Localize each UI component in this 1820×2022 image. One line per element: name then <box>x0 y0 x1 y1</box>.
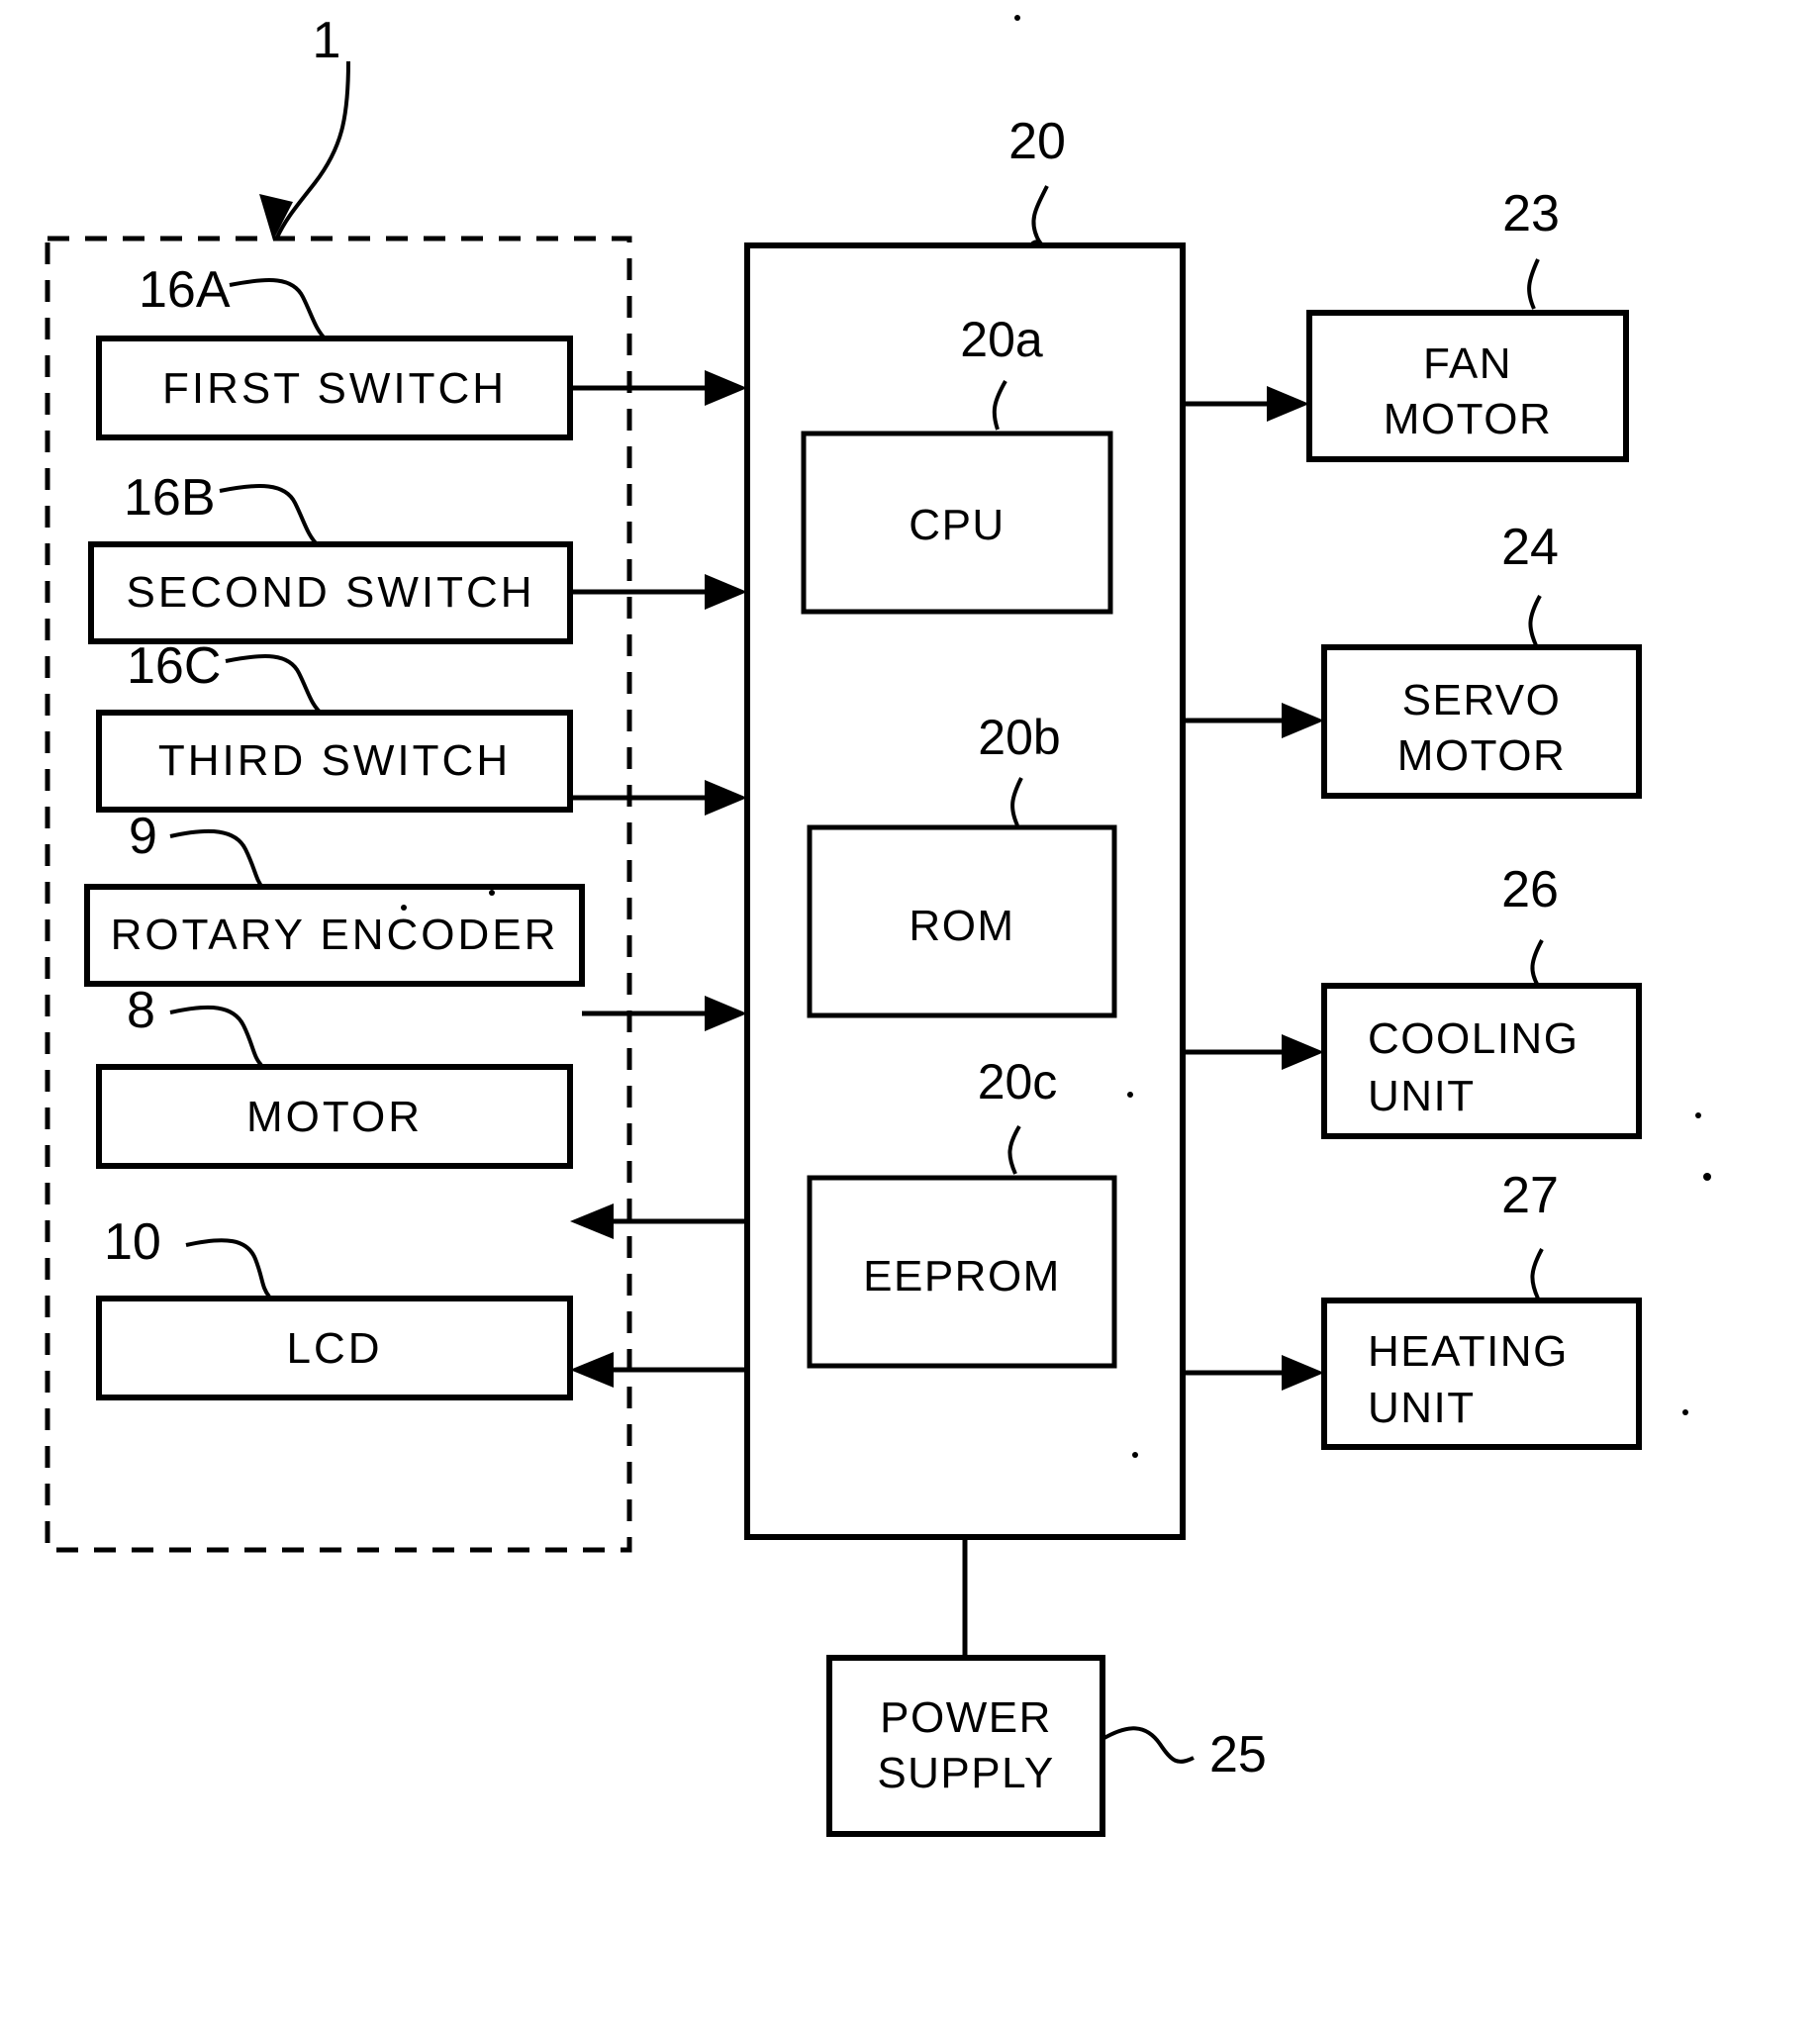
leader-line-power-supply <box>1102 1726 1195 1764</box>
ref-numeral-second-switch: 16B <box>124 469 216 527</box>
ref-numeral-servo-motor: 24 <box>1501 519 1559 576</box>
scan-speck <box>1682 1409 1688 1415</box>
arrowhead-controller-to-lcd <box>570 1352 614 1388</box>
ref-numeral-motor: 8 <box>127 982 155 1039</box>
block-label-power-supply-line2: SUPPLY <box>877 1749 1054 1797</box>
leader-line-cooling-unit <box>1530 939 1544 987</box>
arrowhead-controller-to-motor <box>570 1204 614 1239</box>
ref-numeral-rotary-encoder: 9 <box>129 808 157 865</box>
arrowhead-controller-to-cooling-unit <box>1282 1034 1324 1070</box>
block-power-supply[interactable] <box>826 1655 1105 1837</box>
block-label-motor: MOTOR <box>246 1093 423 1141</box>
figure-canvas: 1 16A FIRST SWITCH 16B SECOND SWITCH 16C… <box>0 0 1820 2022</box>
arrowhead-third-switch-to-controller <box>705 780 747 816</box>
scan-speck <box>1014 15 1020 21</box>
block-label-cpu: CPU <box>909 501 1005 549</box>
scan-speck <box>1703 1173 1711 1181</box>
ref-numeral-heating-unit: 27 <box>1501 1167 1559 1224</box>
ref-numeral-cooling-unit: 26 <box>1501 861 1559 918</box>
block-label-lcd: LCD <box>286 1324 382 1373</box>
leader-line-motor <box>169 1005 263 1067</box>
ref-numeral-fan-motor: 23 <box>1502 185 1560 242</box>
block-label-heating-unit-line1: HEATING <box>1368 1327 1569 1376</box>
ref-numeral-power-supply: 25 <box>1209 1726 1267 1783</box>
block-label-rom: ROM <box>909 902 1014 950</box>
arrowhead-controller-to-servo-motor <box>1282 703 1324 738</box>
block-label-third-switch: THIRD SWITCH <box>158 736 511 785</box>
block-label-servo-motor-line1: SERVO <box>1402 676 1562 724</box>
block-label-rotary-encoder: ROTARY ENCODER <box>111 911 559 959</box>
arrowhead-rotary-encoder-to-controller <box>705 996 747 1031</box>
leader-line-control-unit <box>1030 185 1049 245</box>
leader-line-second-switch <box>219 484 321 548</box>
leader-line-lcd <box>185 1238 271 1299</box>
block-label-power-supply-line1: POWER <box>880 1693 1052 1742</box>
block-label-first-switch: FIRST SWITCH <box>162 364 507 413</box>
ref-numeral-third-switch: 16C <box>127 637 221 695</box>
arrowhead-controller-to-heating-unit <box>1282 1355 1324 1391</box>
arrowhead-first-switch-to-controller <box>705 370 747 406</box>
ref-numeral-rom: 20b <box>978 710 1060 765</box>
leader-line-heating-unit <box>1530 1248 1544 1300</box>
block-label-cooling-unit-line2: UNIT <box>1368 1072 1476 1120</box>
arrowhead-controller-to-fan-motor <box>1267 386 1309 422</box>
leader-line-servo-motor <box>1528 595 1542 646</box>
scan-speck <box>1695 1112 1701 1118</box>
block-label-fan-motor-line1: FAN <box>1423 339 1512 388</box>
ref-numeral-cpu: 20a <box>960 312 1043 367</box>
ref-numeral-control-unit: 20 <box>1008 113 1066 170</box>
scan-speck <box>401 905 407 911</box>
leader-line-fan-motor <box>1527 258 1540 310</box>
ref-numeral-eeprom: 20c <box>978 1054 1058 1109</box>
leader-line-first-switch <box>229 278 329 342</box>
ref-numeral-lcd: 10 <box>104 1213 161 1271</box>
scan-speck <box>1127 1092 1133 1098</box>
leader-line-third-switch <box>225 654 325 717</box>
block-label-eeprom: EEPROM <box>863 1252 1061 1300</box>
arrowhead-second-switch-to-controller <box>705 574 747 610</box>
block-diagram: 1 16A FIRST SWITCH 16B SECOND SWITCH 16C… <box>45 12 1711 1837</box>
ref-numeral-first-switch: 16A <box>139 261 231 319</box>
block-label-second-switch: SECOND SWITCH <box>127 568 535 617</box>
block-label-servo-motor-line2: MOTOR <box>1397 731 1566 780</box>
scan-speck <box>489 890 495 896</box>
leader-line-rotary-encoder <box>169 828 265 891</box>
block-label-fan-motor-line2: MOTOR <box>1384 395 1552 443</box>
scan-speck <box>1132 1452 1138 1458</box>
block-label-heating-unit-line2: UNIT <box>1368 1384 1476 1432</box>
ref-numeral-system: 1 <box>313 12 341 69</box>
block-label-cooling-unit-line1: COOLING <box>1368 1014 1579 1063</box>
